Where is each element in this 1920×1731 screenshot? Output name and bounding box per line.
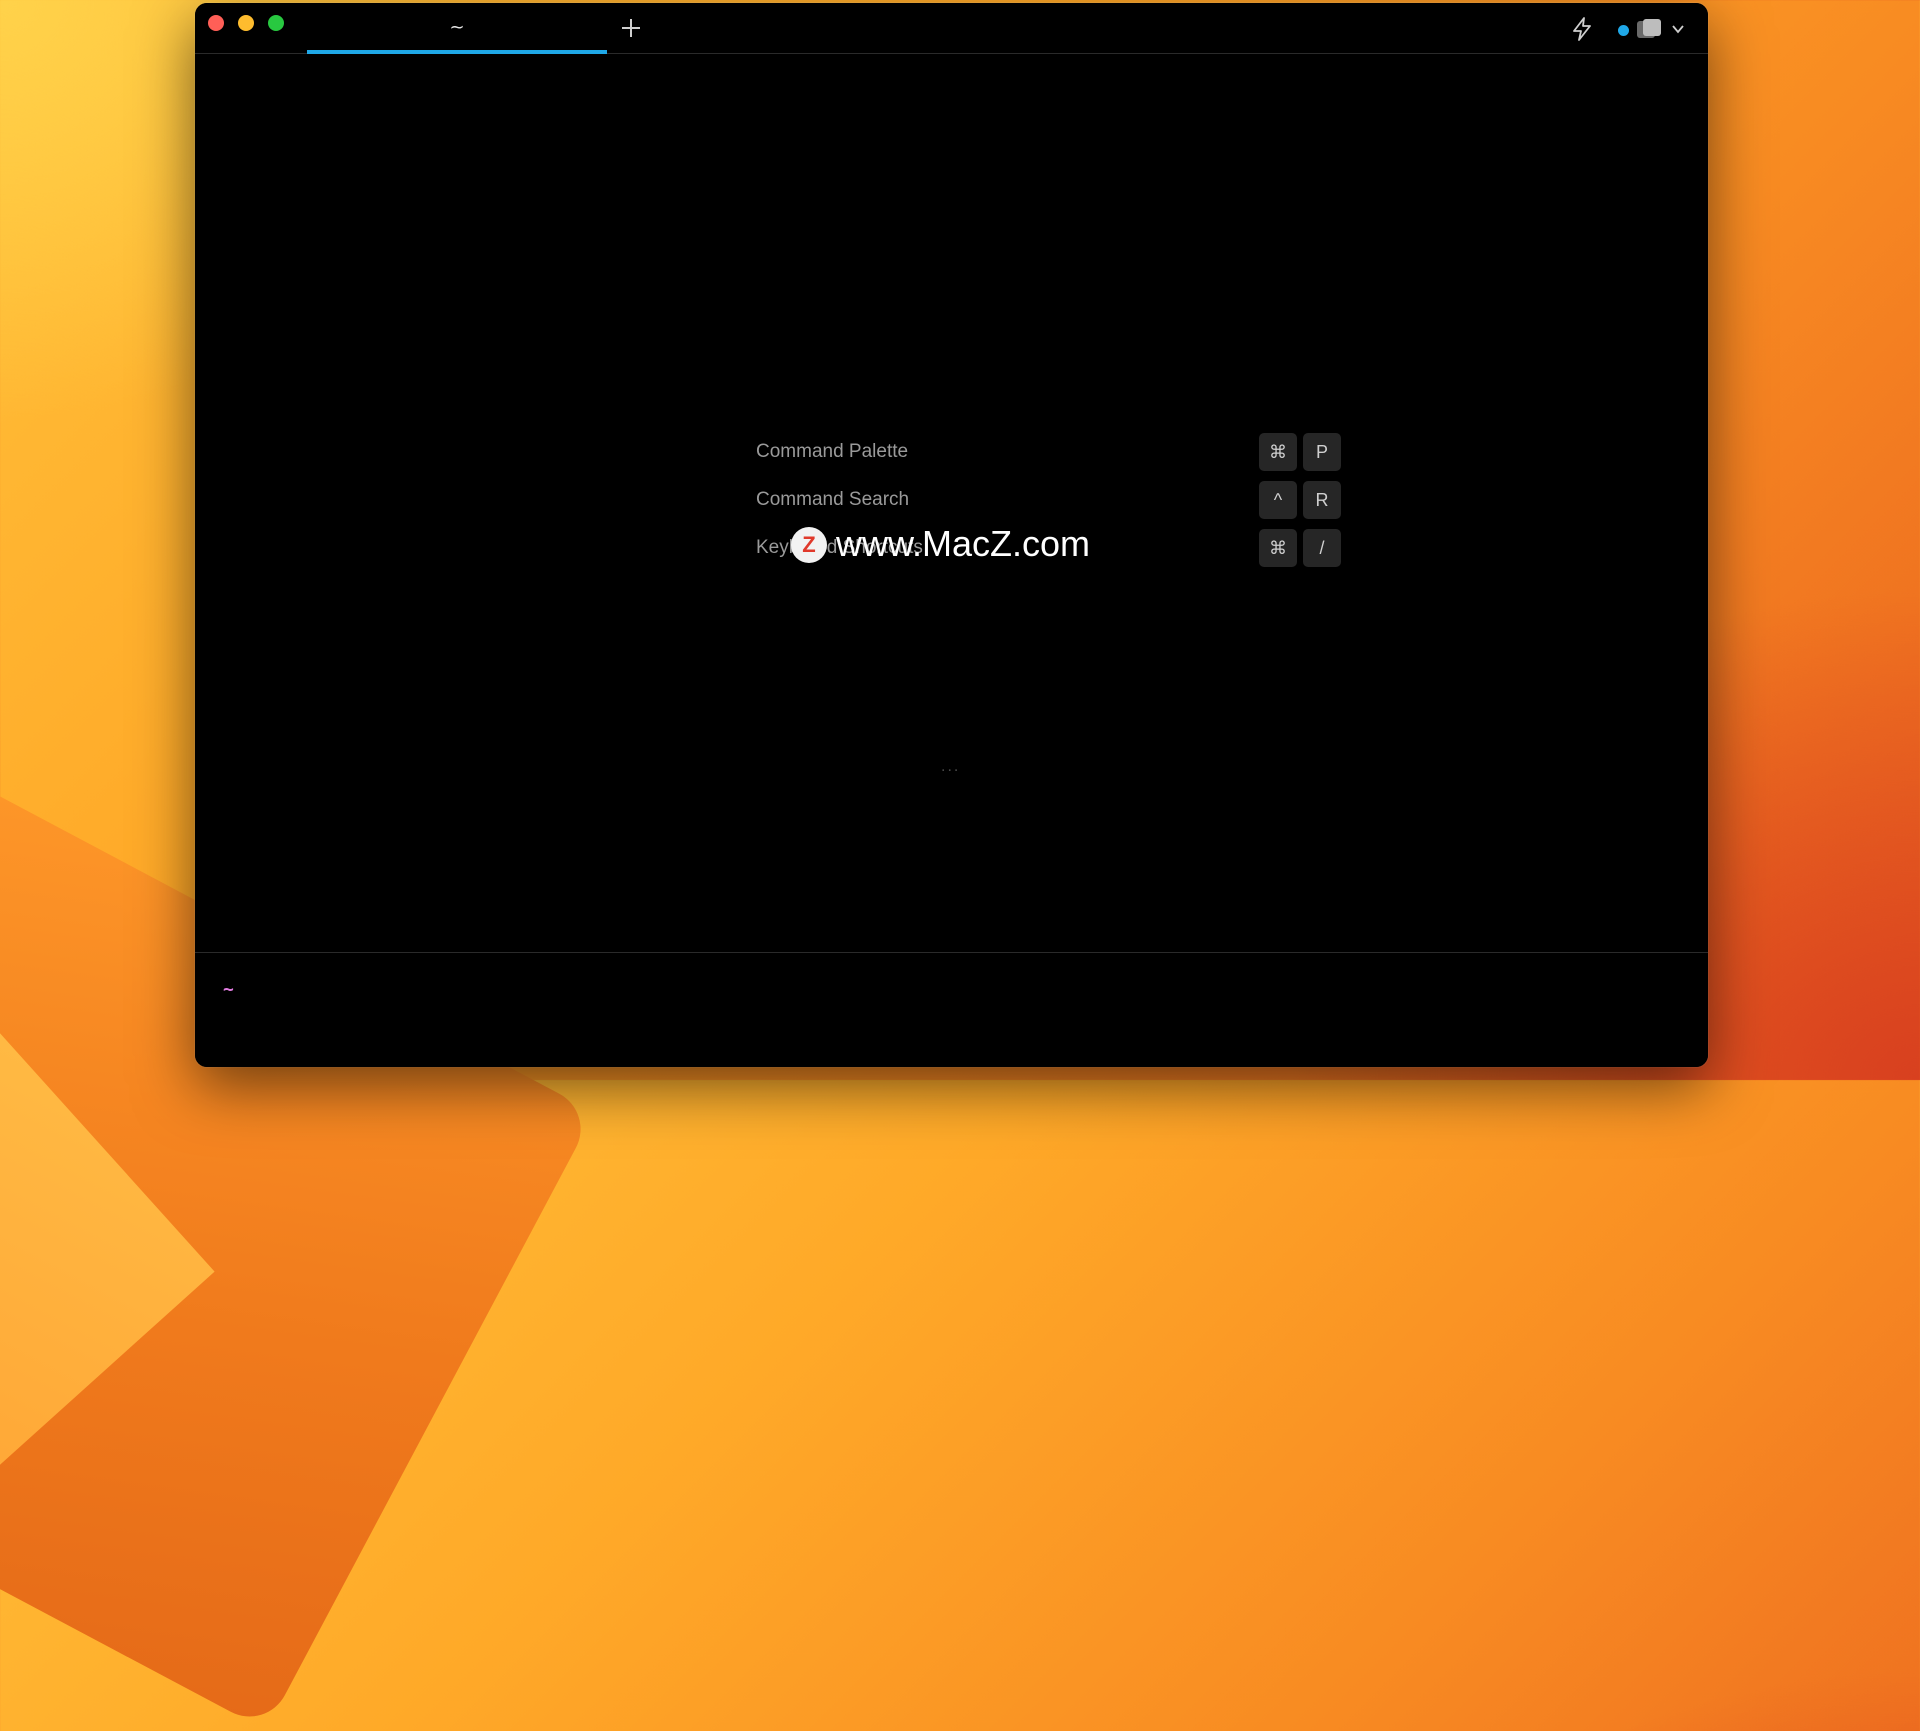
title-bar: ~ (195, 3, 1708, 54)
profile-button[interactable] (1635, 18, 1665, 40)
ellipsis-indicator: ... (941, 758, 961, 775)
watermark-text: www.MacZ.com (836, 523, 1091, 564)
active-tab-indicator (307, 50, 607, 54)
shortcut-row[interactable]: Command Search ^ R (756, 479, 1341, 527)
command-input-area[interactable]: ~ (195, 952, 1708, 1067)
shortcut-label: Command Palette (756, 441, 909, 462)
prompt-path: ~ (223, 979, 234, 1000)
status-dot (1618, 25, 1629, 36)
watermark-logo: Z (791, 527, 827, 563)
ai-button[interactable] (1571, 17, 1593, 41)
maximize-window-button[interactable] (268, 15, 284, 31)
key-cap: ⌘ (1259, 529, 1297, 567)
key-cap: ⌘ (1259, 433, 1297, 471)
lightning-bolt-icon (1573, 17, 1591, 41)
terminal-window: ~ Command Palette ⌘ P Command Search ^ R… (195, 3, 1708, 1067)
new-tab-button[interactable] (618, 15, 644, 41)
plus-icon (622, 19, 640, 37)
profile-icon (1637, 19, 1661, 38)
key-cap: / (1303, 529, 1341, 567)
shortcut-row[interactable]: Command Palette ⌘ P (756, 431, 1341, 479)
tab-home[interactable]: ~ (307, 3, 607, 54)
key-cap: P (1303, 433, 1341, 471)
profile-menu-button[interactable] (1671, 22, 1685, 34)
tab-title: ~ (449, 17, 465, 38)
key-cap: R (1303, 481, 1341, 519)
close-window-button[interactable] (208, 15, 224, 31)
key-cap: ^ (1259, 481, 1297, 519)
chevron-down-icon (1672, 25, 1684, 34)
minimize-window-button[interactable] (238, 15, 254, 31)
shortcut-label: Command Search (756, 489, 910, 510)
